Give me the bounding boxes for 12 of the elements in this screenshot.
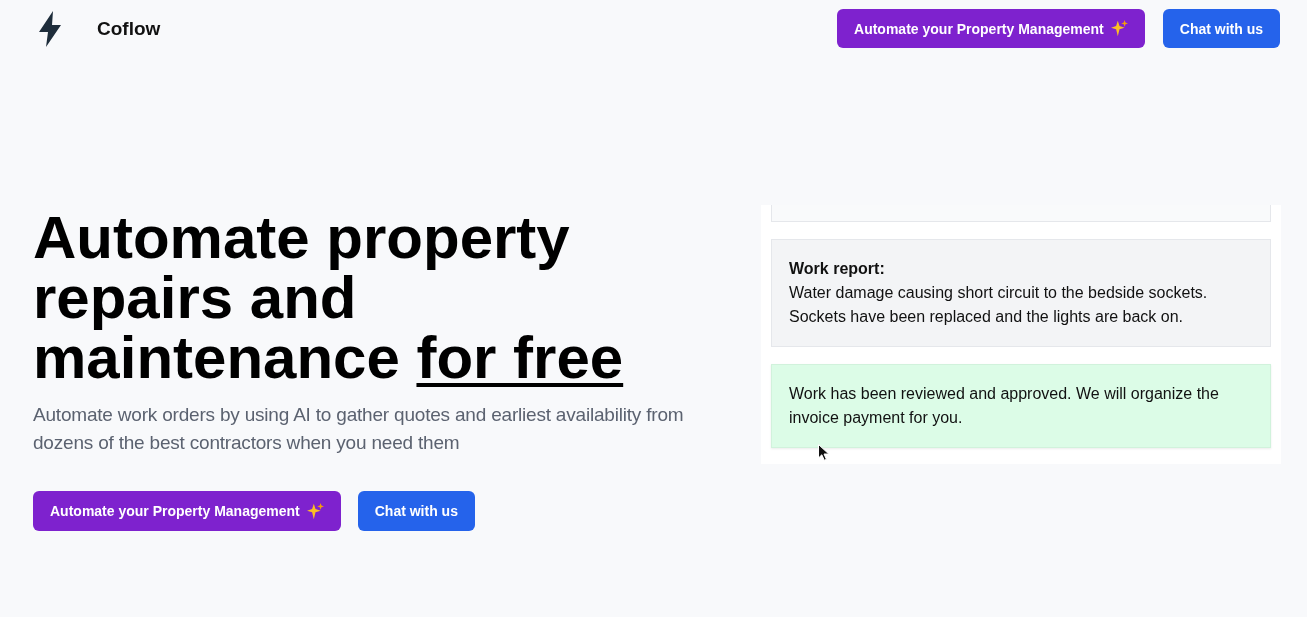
- brand-name: Coflow: [97, 17, 161, 40]
- chat-button[interactable]: Chat with us: [1162, 9, 1280, 48]
- automate-button[interactable]: Automate your Property Management: [33, 491, 341, 531]
- subtitle: Automate work orders by using AI to gather quotes and earliest availability from dozens of the best contractors when you need them: [33, 403, 685, 455]
- message-text: Work has been reviewed and approved. We will organize the invoice payment for you.: [789, 384, 1220, 428]
- mouse-pointer-icon: [818, 444, 830, 461]
- report-title: Work report:: [789, 259, 886, 279]
- report-text: Water damage causing short circuit to the bedside sockets. Sockets have been replaced and the lights are back on.: [789, 283, 1209, 327]
- lightning-bolt-icon: [38, 10, 62, 47]
- headline: Automate property repairs and maintenance for free: [33, 208, 625, 388]
- chat-button[interactable]: Chat with us: [357, 491, 475, 531]
- automate-button[interactable]: Automate your Property Management: [837, 9, 1145, 48]
